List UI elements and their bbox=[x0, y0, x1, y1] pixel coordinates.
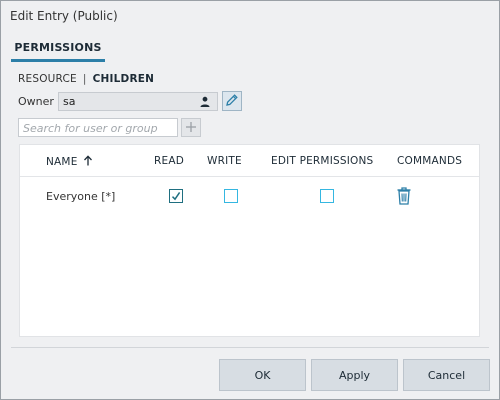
scope-children[interactable]: CHILDREN bbox=[93, 73, 154, 85]
edit-owner-button[interactable] bbox=[222, 91, 242, 111]
tab-permissions[interactable]: PERMISSIONS bbox=[11, 32, 105, 62]
sort-ascending-icon bbox=[83, 155, 93, 169]
trash-icon[interactable] bbox=[396, 186, 412, 205]
column-write-header[interactable]: WRITE bbox=[207, 155, 242, 167]
permissions-table: NAME READ WRITE EDIT PERMISSIONS COMMAND… bbox=[19, 144, 480, 337]
read-checkbox[interactable] bbox=[169, 189, 183, 203]
write-checkbox[interactable] bbox=[224, 189, 238, 203]
edit-entry-dialog: Edit Entry (Public) PERMISSIONS RESOURCE… bbox=[0, 0, 500, 400]
checkmark-icon bbox=[171, 191, 180, 200]
column-commands-header[interactable]: COMMANDS bbox=[397, 155, 462, 167]
person-icon bbox=[198, 94, 212, 108]
search-input[interactable] bbox=[18, 118, 178, 137]
apply-button[interactable]: Apply bbox=[311, 359, 398, 391]
column-name-label: NAME bbox=[46, 156, 78, 168]
ok-button[interactable]: OK bbox=[219, 359, 306, 391]
table-header: NAME READ WRITE EDIT PERMISSIONS COMMAND… bbox=[20, 145, 479, 177]
row-name: Everyone [*] bbox=[46, 190, 116, 203]
scope-resource[interactable]: RESOURCE bbox=[18, 73, 77, 85]
scope-separator: | bbox=[82, 73, 87, 85]
scope-breadcrumb: RESOURCE | CHILDREN bbox=[18, 73, 154, 85]
column-name-header[interactable]: NAME bbox=[46, 155, 93, 169]
column-read-header[interactable]: READ bbox=[154, 155, 184, 167]
edit-permissions-checkbox[interactable] bbox=[320, 189, 334, 203]
pencil-icon bbox=[225, 92, 239, 111]
cancel-button[interactable]: Cancel bbox=[403, 359, 490, 391]
add-user-button[interactable] bbox=[181, 118, 201, 137]
table-row: Everyone [*] bbox=[20, 185, 479, 211]
owner-label: Owner bbox=[18, 95, 54, 108]
owner-field: sa bbox=[58, 92, 218, 111]
dialog-title: Edit Entry (Public) bbox=[10, 9, 118, 23]
footer-divider bbox=[11, 347, 489, 348]
plus-icon bbox=[185, 118, 197, 137]
column-edit-permissions-header[interactable]: EDIT PERMISSIONS bbox=[271, 155, 373, 167]
